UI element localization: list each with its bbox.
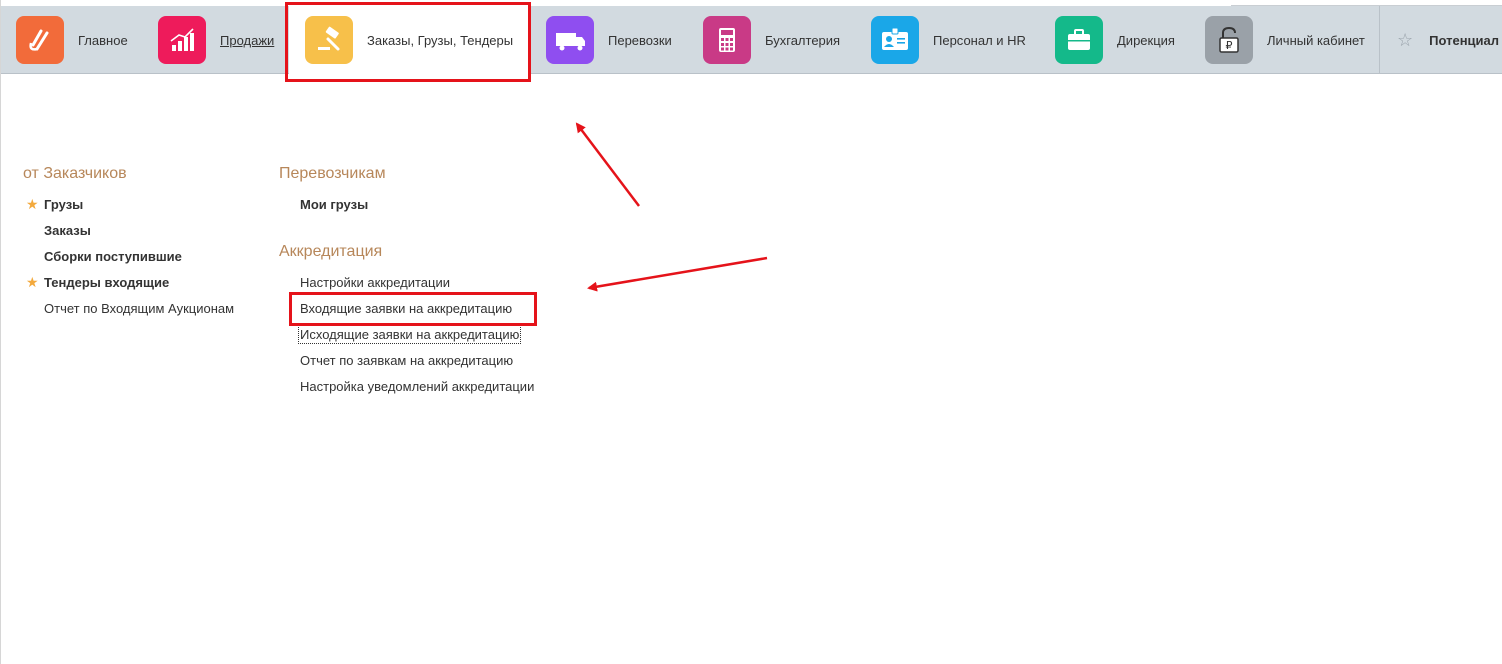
link-outgoing-accreditation-requests[interactable]: Исходящие заявки на аккредитацию xyxy=(297,325,522,344)
nav-label: Заказы, Грузы, Тендеры xyxy=(367,32,514,48)
logo-icon xyxy=(16,16,64,64)
app-window: Главное Продажи Заказы, Грузы, Тендеры П… xyxy=(0,0,1502,664)
svg-text:₽: ₽ xyxy=(1226,39,1233,52)
star-filled-icon[interactable]: ★ xyxy=(26,274,39,291)
link-my-cargo[interactable]: Мои грузы xyxy=(300,197,368,212)
nav-item-main[interactable]: Главное xyxy=(16,6,128,74)
favorites-label: Потенциал xyxy=(1429,32,1500,48)
sales-chart-icon xyxy=(158,16,206,64)
link-accreditation-notification-settings[interactable]: Настройка уведомлений аккредитации xyxy=(300,379,534,394)
nav-label: Перевозки xyxy=(608,32,672,48)
link-incoming-auctions-report[interactable]: Отчет по Входящим Аукционам xyxy=(44,301,234,316)
link-cargo[interactable]: Грузы xyxy=(44,197,83,212)
section-title-carriers: Перевозчикам xyxy=(279,165,386,182)
nav-label: Персонал и HR xyxy=(933,32,1026,48)
briefcase-icon xyxy=(1055,16,1103,64)
nav-item-hr[interactable]: Персонал и HR xyxy=(871,6,1026,74)
link-accreditation-settings[interactable]: Настройки аккредитации xyxy=(300,275,450,290)
nav-item-accounting[interactable]: Бухгалтерия xyxy=(703,6,840,74)
link-accreditation-requests-report[interactable]: Отчет по заявкам на аккредитацию xyxy=(300,353,513,368)
nav-separator xyxy=(1379,6,1380,74)
link-assemblies-received[interactable]: Сборки поступившие xyxy=(44,249,182,264)
star-outline-icon[interactable]: ☆ xyxy=(1397,30,1413,51)
favorites-entry[interactable]: ☆ Потенциал xyxy=(1397,6,1499,74)
id-card-icon xyxy=(871,16,919,64)
nav-label: Бухгалтерия xyxy=(765,32,841,48)
link-orders[interactable]: Заказы xyxy=(44,223,91,238)
annotation-arrow-to-link xyxy=(587,256,768,292)
ruble-lock-icon: ₽ xyxy=(1205,16,1253,64)
nav-label: Личный кабинет xyxy=(1267,32,1365,48)
nav-item-personal-account[interactable]: ₽ Личный кабинет xyxy=(1205,6,1365,74)
truck-icon xyxy=(546,16,594,64)
link-incoming-accreditation-requests[interactable]: Входящие заявки на аккредитацию xyxy=(300,301,512,316)
nav-label: Дирекция xyxy=(1117,32,1175,48)
section-navbar: Главное Продажи Заказы, Грузы, Тендеры П… xyxy=(1,6,1502,74)
nav-label: Главное xyxy=(78,32,128,48)
calculator-icon xyxy=(703,16,751,64)
nav-item-orders[interactable]: Заказы, Грузы, Тендеры xyxy=(289,6,529,74)
gavel-icon xyxy=(305,16,353,64)
annotation-arrows xyxy=(575,122,768,292)
section-title-from-customers: от Заказчиков xyxy=(23,165,127,182)
nav-label: Продажи xyxy=(220,32,275,48)
nav-item-sales[interactable]: Продажи xyxy=(158,6,274,74)
link-incoming-tenders[interactable]: Тендеры входящие xyxy=(44,275,169,290)
nav-item-transport[interactable]: Перевозки xyxy=(546,6,672,74)
star-filled-icon[interactable]: ★ xyxy=(26,196,39,213)
section-title-accreditation: Аккредитация xyxy=(279,243,383,260)
annotation-arrow-to-tab xyxy=(575,122,640,207)
nav-item-directorate[interactable]: Дирекция xyxy=(1055,6,1175,74)
